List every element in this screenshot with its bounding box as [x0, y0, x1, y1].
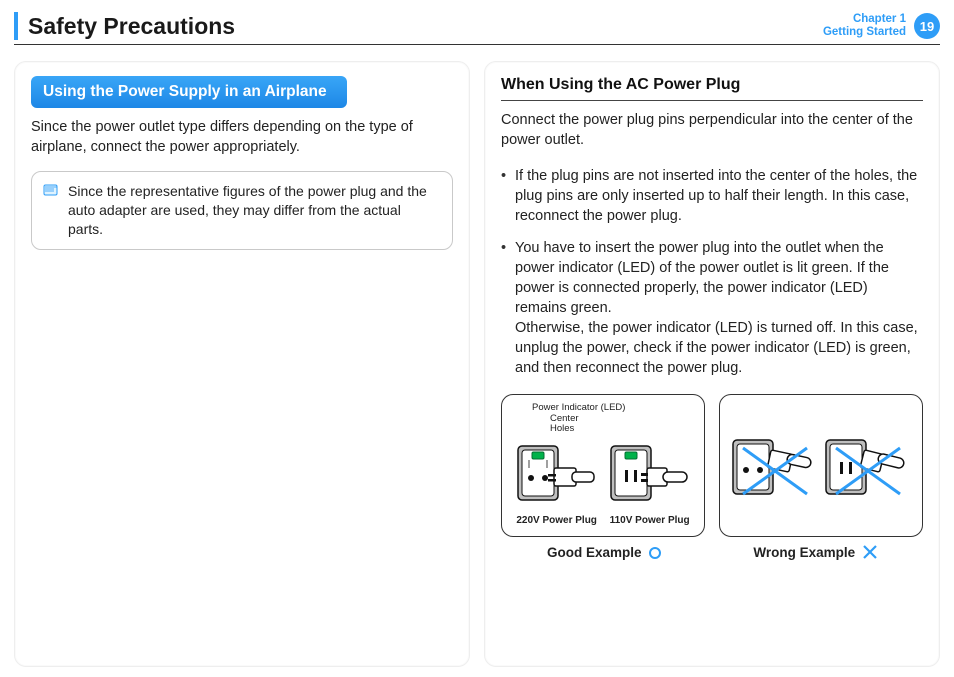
ac-plug-bullet-list: If the plug pins are not inserted into t… — [501, 166, 923, 378]
chapter-line-1: Chapter 1 — [823, 13, 906, 26]
label-110v: 110V Power Plug — [610, 515, 690, 526]
callout-power-led: Power Indicator (LED) — [532, 403, 696, 413]
chapter-line-2: Getting Started — [823, 26, 906, 39]
illustration-110v-outlet — [607, 438, 693, 513]
note-box: Since the representative figures of the … — [31, 171, 453, 250]
note-text: Since the representative figures of the … — [68, 182, 438, 239]
page-title: Safety Precautions — [28, 13, 823, 40]
header-accent-rule — [14, 12, 18, 40]
led-icon — [532, 452, 544, 459]
good-mark-icon — [649, 547, 661, 559]
section-pill-airplane-power: Using the Power Supply in an Airplane — [31, 76, 347, 108]
note-icon — [42, 182, 60, 239]
figure-good-example: Power Indicator (LED) Center Holes — [501, 394, 705, 537]
subheading-ac-plug: When Using the AC Power Plug — [501, 76, 923, 101]
label-220v: 220V Power Plug — [516, 515, 597, 526]
ac-plug-bullet-2: You have to insert the power plug into t… — [501, 238, 923, 378]
right-column: When Using the AC Power Plug Connect the… — [484, 61, 940, 667]
ac-plug-intro: Connect the power plug pins perpendicula… — [501, 111, 923, 150]
illustration-wrong-220v — [729, 430, 821, 513]
ac-plug-bullet-1: If the plug pins are not inserted into t… — [501, 166, 923, 226]
airplane-power-intro: Since the power outlet type differs depe… — [31, 118, 453, 157]
wrong-example-label: Wrong Example — [753, 545, 877, 560]
good-example-label: Good Example — [547, 545, 661, 560]
led-icon — [625, 452, 637, 459]
wrong-mark-icon — [863, 545, 877, 559]
left-column: Using the Power Supply in an Airplane Si… — [14, 61, 470, 667]
page-number-badge: 19 — [914, 13, 940, 39]
page-header: Safety Precautions Chapter 1 Getting Sta… — [14, 12, 940, 45]
wrong-example-text: Wrong Example — [753, 545, 855, 560]
illustration-220v-outlet — [514, 438, 600, 513]
callout-holes: Holes — [550, 424, 696, 434]
chapter-info: Chapter 1 Getting Started — [823, 13, 906, 39]
figure-wrong-example — [719, 394, 923, 537]
illustration-wrong-110v — [822, 430, 914, 513]
good-example-text: Good Example — [547, 545, 642, 560]
